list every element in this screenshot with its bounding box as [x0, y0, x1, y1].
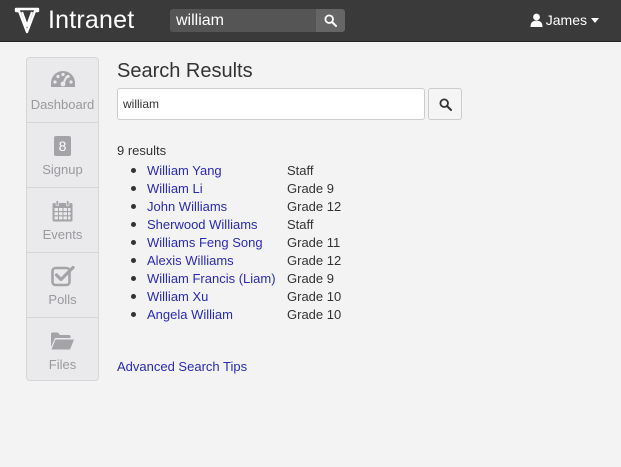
sidebar-item-label: Signup [42, 161, 83, 177]
list-item: Alexis Williams Grade 12 [117, 251, 341, 269]
page-title: Search Results [117, 60, 253, 82]
brand-name: Intranet [48, 6, 135, 34]
result-grade: Grade 9 [287, 180, 334, 196]
result-name-link[interactable]: Angela William [147, 307, 287, 322]
top-navbar: Intranet James [0, 0, 621, 42]
result-name-link[interactable]: William Yang [147, 163, 287, 178]
result-grade: Staff [287, 162, 314, 178]
intranet-logo-icon [14, 7, 40, 33]
result-name-link[interactable]: Alexis Williams [147, 253, 287, 268]
bullet [131, 221, 136, 227]
result-grade: Grade 12 [287, 252, 342, 268]
user-name: James [545, 12, 587, 28]
result-name-link[interactable]: William Francis (Liam) [147, 271, 287, 286]
list-item: Williams Feng Song Grade 11 [117, 233, 341, 251]
sidebar-item-label: Files [48, 357, 77, 372]
list-item: William Francis (Liam) Grade 9 [117, 269, 341, 287]
sidebar-item-label: Events [42, 226, 83, 242]
sidebar-item-dashboard[interactable]: Dashboard [27, 58, 98, 123]
search-form [117, 88, 462, 120]
result-grade: Grade 10 [287, 306, 342, 322]
result-count: 9 results [117, 143, 167, 158]
result-name-link[interactable]: William Xu [147, 289, 287, 304]
signup-badge: 8 [54, 135, 71, 156]
sidebar-item-signup[interactable]: 8 Signup [27, 123, 98, 188]
bullet [131, 185, 136, 191]
user-icon [530, 13, 543, 27]
bullet [131, 239, 136, 245]
sidebar-nav: Dashboard 8 Signup Events Polls Files [26, 57, 99, 381]
result-name-link[interactable]: Sherwood Williams [147, 217, 287, 232]
search-icon [438, 97, 452, 111]
folder-icon [51, 332, 74, 350]
bullet [131, 167, 136, 173]
calendar-icon [52, 199, 73, 221]
bullet [131, 293, 136, 299]
list-item: John Williams Grade 12 [117, 197, 341, 215]
navbar-search [170, 9, 345, 32]
sidebar-item-label: Polls [48, 291, 77, 307]
bullet [131, 275, 136, 281]
search-input[interactable] [117, 88, 425, 120]
navbar-search-button[interactable] [316, 9, 345, 32]
results-list: William Yang Staff William Li Grade 9 John… [117, 161, 341, 323]
result-grade: Grade 11 [287, 234, 341, 250]
list-item: William Li Grade 9 [117, 179, 341, 197]
list-item: William Xu Grade 10 [117, 287, 341, 305]
caret-down-icon [591, 17, 599, 23]
result-name-link[interactable]: John Williams [147, 199, 287, 214]
result-name-link[interactable]: Williams Feng Song [147, 235, 287, 250]
result-grade: Staff [287, 216, 314, 232]
result-grade: Grade 10 [287, 288, 342, 304]
list-item: Angela William Grade 10 [117, 305, 341, 323]
search-button[interactable] [428, 88, 462, 120]
result-grade: Grade 9 [287, 270, 334, 286]
sidebar-item-polls[interactable]: Polls [27, 253, 98, 318]
sidebar-item-files[interactable]: Files [27, 318, 98, 383]
result-name-link[interactable]: William Li [147, 181, 287, 196]
result-grade: Grade 12 [287, 198, 342, 214]
list-item: Sherwood Williams Staff [117, 215, 341, 233]
bullet [131, 311, 136, 317]
list-item: William Yang Staff [117, 161, 341, 179]
search-icon [324, 14, 337, 27]
brand-logo-link[interactable]: Intranet [14, 5, 134, 36]
advanced-search-tips-link[interactable]: Advanced Search Tips [117, 359, 247, 374]
checkbox-icon [50, 265, 75, 286]
bullet [131, 203, 136, 209]
sidebar-item-events[interactable]: Events [27, 188, 98, 253]
navbar-search-input[interactable] [170, 9, 316, 32]
sidebar-item-label: Dashboard [30, 96, 95, 112]
bullet [131, 257, 136, 263]
user-menu-dropdown[interactable]: James [530, 10, 599, 30]
dashboard-icon [50, 70, 75, 87]
